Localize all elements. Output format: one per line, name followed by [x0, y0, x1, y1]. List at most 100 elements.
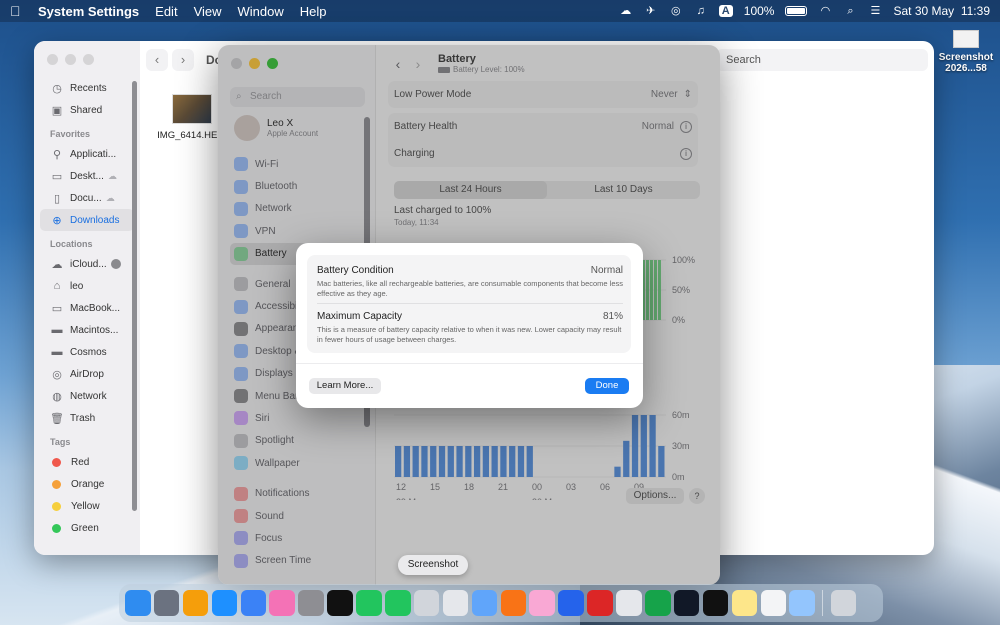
sidebar-tag-orange[interactable]: Orange [34, 473, 140, 495]
home-icon: ⌂ [53, 280, 61, 292]
airdrop-icon: ◎ [52, 368, 62, 381]
sidebar-item[interactable]: ▬ Cosmos [34, 341, 140, 363]
whatsapp-icon[interactable] [385, 590, 411, 616]
cloud-status-icon[interactable]: ☁ [619, 5, 633, 17]
sun-app-icon[interactable] [500, 590, 527, 616]
control-center-icon[interactable]: ☰ [868, 5, 882, 17]
battery-condition-row: Battery Condition Normal Mac batteries, … [317, 265, 623, 299]
airpods-icon[interactable]: ♫ [694, 5, 708, 17]
sidebar-item-label: leo [70, 280, 84, 292]
desktop-screenshot-file[interactable]: Screenshot 2026...58 [935, 30, 997, 74]
mail-icon[interactable] [240, 590, 267, 616]
red-app-icon[interactable] [587, 590, 613, 616]
tag-color-dot-icon [52, 457, 61, 467]
cloud-icon: ☁ [107, 170, 117, 181]
desktop-icon: ▭ [51, 170, 63, 183]
network-icon: ◍ [52, 390, 62, 403]
tiktok-icon[interactable] [327, 590, 353, 616]
sidebar-item[interactable]: ▬ Macintos... [34, 319, 140, 341]
activity-monitor-icon[interactable] [673, 590, 700, 616]
clock[interactable]: Sat 30 May 11:39 [893, 4, 990, 18]
photos-icon[interactable] [269, 590, 295, 616]
compass-app-icon[interactable] [471, 590, 498, 616]
sidebar-item[interactable]: ◷ Recents [34, 77, 140, 99]
menu-view[interactable]: View [194, 4, 222, 19]
sidebar-tag-red[interactable]: Red [34, 451, 140, 473]
close-button[interactable] [47, 54, 58, 65]
sidebar-item[interactable]: ◍ Network [34, 385, 140, 407]
sidebar-item[interactable]: ◎ AirDrop [34, 363, 140, 385]
sidebar-item[interactable]: ▭ Deskt... ☁ [34, 165, 140, 187]
sidebar-item-label: Recents [70, 82, 107, 94]
battery-condition-title: Battery Condition [317, 265, 394, 276]
dock-separator [822, 590, 824, 616]
sidebar-item[interactable]: 🗑 Trash [34, 407, 140, 429]
sidebar-tag-yellow[interactable]: Yellow [34, 495, 140, 517]
sidebar-item-label: Cosmos [70, 346, 107, 358]
minimize-button[interactable] [65, 54, 76, 65]
excel-icon[interactable] [645, 590, 671, 616]
menu-window[interactable]: Window [238, 4, 284, 19]
sidebar-item-label: Red [71, 456, 90, 468]
sidebar-item-label: Orange [71, 478, 105, 490]
wechat-icon[interactable]: ◎ [669, 5, 683, 17]
apple-menu-icon[interactable]:  [10, 3, 24, 19]
battery-percentage[interactable]: 100% [744, 4, 775, 18]
menu-edit[interactable]: Edit [155, 4, 177, 19]
menu-app-name[interactable]: System Settings [38, 4, 139, 19]
app-grid-icon[interactable] [442, 590, 469, 616]
system-settings-icon[interactable] [298, 590, 324, 616]
laptop-icon: ▭ [51, 302, 63, 315]
battery-icon[interactable] [785, 6, 808, 16]
zoom-button[interactable] [83, 54, 94, 65]
input-source-icon[interactable]: A [718, 5, 733, 17]
battery-condition-desc: Mac batteries, like all rechargeable bat… [317, 279, 623, 298]
finder-search-input[interactable]: Search [716, 49, 928, 71]
finder-icon[interactable] [125, 590, 151, 616]
sidebar-item-label: Downloads [70, 214, 120, 226]
sync-badge-icon [110, 259, 121, 269]
icloud-icon: ☁ [51, 258, 63, 271]
maximum-capacity-row: Maximum Capacity 81% This is a measure o… [317, 311, 623, 345]
sidebar-item[interactable]: ⊕ Downloads [40, 209, 134, 231]
dock-tooltip: Screenshot [398, 555, 468, 575]
safari-icon[interactable] [211, 590, 238, 616]
flower-app-icon[interactable] [616, 590, 642, 616]
sidebar-tag-green[interactable]: Green [34, 517, 140, 539]
done-button[interactable]: Done [585, 378, 629, 394]
sidebar-item-label: Green [71, 522, 99, 534]
sidebar-scrollbar[interactable] [132, 81, 137, 511]
search-icon[interactable]: ⌕ [843, 5, 857, 17]
terminal-icon[interactable] [702, 590, 729, 616]
sidebar-item[interactable]: ▣ Shared [34, 99, 140, 121]
sidebar-item[interactable]: ⌂ leo [34, 275, 140, 297]
sidebar-item[interactable]: ▭ MacBook... [34, 297, 140, 319]
wechat-icon[interactable] [356, 590, 382, 616]
menu-help[interactable]: Help [300, 4, 327, 19]
location-icon[interactable]: ✈ [644, 5, 658, 17]
table-app-icon[interactable] [760, 590, 787, 616]
sidebar-item[interactable]: ▯ Docu... ☁ [34, 187, 140, 209]
cloud-app-icon[interactable] [182, 590, 209, 616]
screenshot-icon[interactable] [413, 590, 440, 616]
preview-icon[interactable] [789, 590, 815, 616]
downloads-icon: ⊕ [52, 214, 62, 227]
back-button[interactable]: ‹ [146, 49, 168, 71]
tag-color-dot-icon [52, 501, 61, 511]
trash-icon[interactable] [830, 590, 857, 616]
wifi-icon[interactable]: ◠ [818, 5, 832, 17]
tag-color-dot-icon [52, 523, 61, 533]
avatar-app-icon[interactable] [529, 590, 555, 616]
sidebar-item-label: Deskt... [70, 170, 104, 182]
blue-app-icon[interactable] [558, 590, 584, 616]
learn-more-button[interactable]: Learn More... [309, 378, 381, 394]
menu-extras: ☁ ✈ ◎ ♫ A 100% ◠ ⌕ ☰ Sat 30 May 11:39 [619, 4, 990, 18]
sidebar-item[interactable]: ☁ iCloud... [34, 253, 140, 275]
image-thumbnail [172, 94, 212, 124]
sidebar-item[interactable]: ⚲ Applicati... [34, 143, 140, 165]
forward-button[interactable]: › [172, 49, 194, 71]
finder-sidebar: ◷ Recents ▣ Shared Favorites ⚲ Applicati... ▭… [34, 41, 140, 555]
sidebar-item-label: Shared [70, 104, 103, 116]
launchpad-icon[interactable] [153, 590, 180, 616]
notes-icon[interactable] [731, 590, 758, 616]
